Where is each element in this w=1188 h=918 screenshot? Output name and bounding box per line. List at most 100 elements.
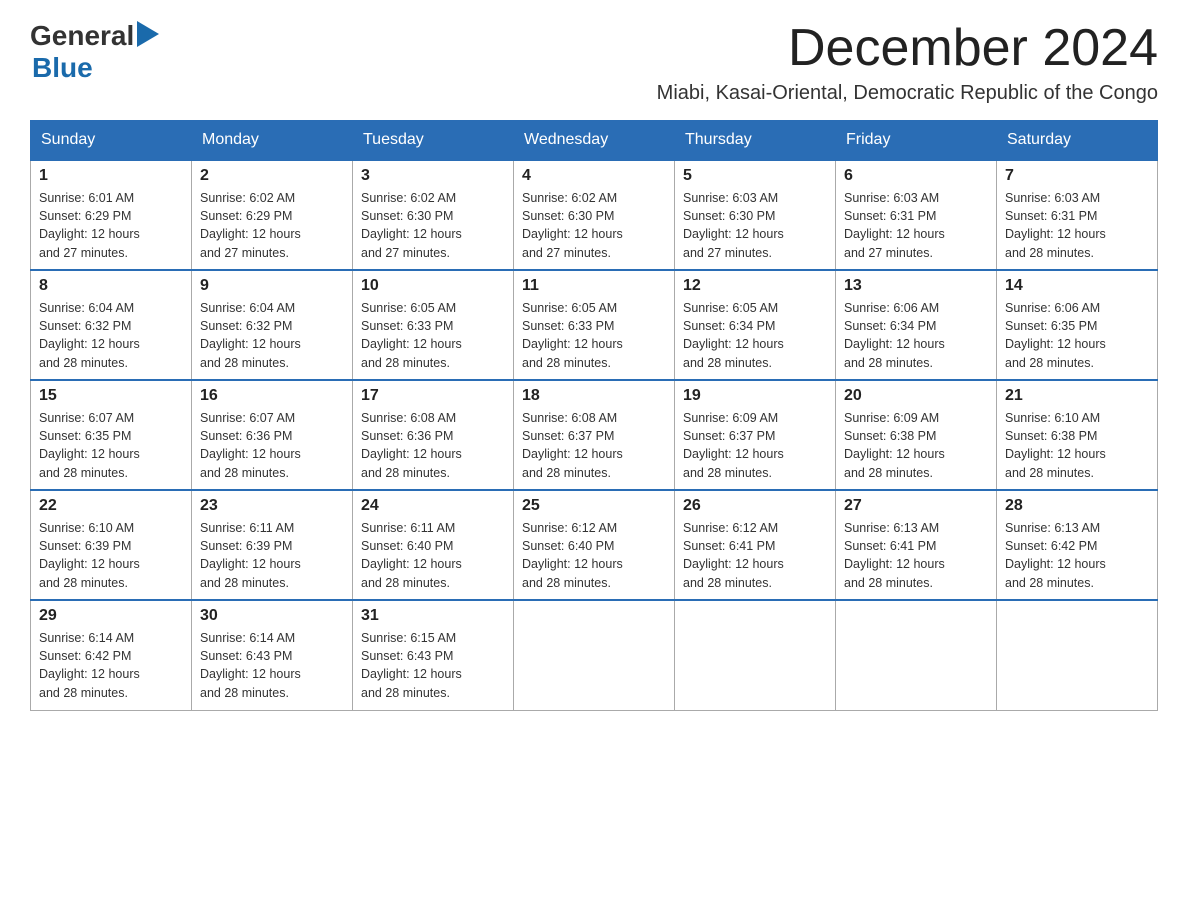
calendar-week-row: 15 Sunrise: 6:07 AM Sunset: 6:35 PM Dayl… — [31, 380, 1158, 490]
day-number: 3 — [361, 167, 505, 185]
calendar-week-row: 29 Sunrise: 6:14 AM Sunset: 6:42 PM Dayl… — [31, 600, 1158, 710]
day-info: Sunrise: 6:03 AM Sunset: 6:30 PM Dayligh… — [683, 189, 827, 262]
day-number: 24 — [361, 497, 505, 515]
calendar-day-cell: 28 Sunrise: 6:13 AM Sunset: 6:42 PM Dayl… — [997, 490, 1158, 600]
day-info: Sunrise: 6:09 AM Sunset: 6:38 PM Dayligh… — [844, 409, 988, 482]
day-info: Sunrise: 6:06 AM Sunset: 6:35 PM Dayligh… — [1005, 299, 1149, 372]
day-info: Sunrise: 6:02 AM Sunset: 6:30 PM Dayligh… — [361, 189, 505, 262]
day-info: Sunrise: 6:10 AM Sunset: 6:39 PM Dayligh… — [39, 519, 183, 592]
calendar-day-cell: 14 Sunrise: 6:06 AM Sunset: 6:35 PM Dayl… — [997, 270, 1158, 380]
day-number: 22 — [39, 497, 183, 515]
day-info: Sunrise: 6:11 AM Sunset: 6:40 PM Dayligh… — [361, 519, 505, 592]
calendar-day-cell: 1 Sunrise: 6:01 AM Sunset: 6:29 PM Dayli… — [31, 160, 192, 270]
day-info: Sunrise: 6:05 AM Sunset: 6:33 PM Dayligh… — [361, 299, 505, 372]
day-info: Sunrise: 6:09 AM Sunset: 6:37 PM Dayligh… — [683, 409, 827, 482]
header-tuesday: Tuesday — [353, 121, 514, 161]
day-number: 8 — [39, 277, 183, 295]
day-number: 15 — [39, 387, 183, 405]
calendar-day-cell: 21 Sunrise: 6:10 AM Sunset: 6:38 PM Dayl… — [997, 380, 1158, 490]
calendar-week-row: 8 Sunrise: 6:04 AM Sunset: 6:32 PM Dayli… — [31, 270, 1158, 380]
day-info: Sunrise: 6:15 AM Sunset: 6:43 PM Dayligh… — [361, 629, 505, 702]
calendar-day-cell: 15 Sunrise: 6:07 AM Sunset: 6:35 PM Dayl… — [31, 380, 192, 490]
calendar-day-cell: 6 Sunrise: 6:03 AM Sunset: 6:31 PM Dayli… — [836, 160, 997, 270]
day-info: Sunrise: 6:06 AM Sunset: 6:34 PM Dayligh… — [844, 299, 988, 372]
calendar-day-cell — [836, 600, 997, 710]
day-info: Sunrise: 6:10 AM Sunset: 6:38 PM Dayligh… — [1005, 409, 1149, 482]
calendar-day-cell: 24 Sunrise: 6:11 AM Sunset: 6:40 PM Dayl… — [353, 490, 514, 600]
day-number: 2 — [200, 167, 344, 185]
calendar-day-cell: 29 Sunrise: 6:14 AM Sunset: 6:42 PM Dayl… — [31, 600, 192, 710]
day-number: 27 — [844, 497, 988, 515]
title-section: December 2024 Miabi, Kasai-Oriental, Dem… — [657, 20, 1158, 105]
day-info: Sunrise: 6:01 AM Sunset: 6:29 PM Dayligh… — [39, 189, 183, 262]
day-info: Sunrise: 6:13 AM Sunset: 6:41 PM Dayligh… — [844, 519, 988, 592]
day-number: 6 — [844, 167, 988, 185]
day-number: 18 — [522, 387, 666, 405]
calendar-day-cell: 10 Sunrise: 6:05 AM Sunset: 6:33 PM Dayl… — [353, 270, 514, 380]
calendar-week-row: 1 Sunrise: 6:01 AM Sunset: 6:29 PM Dayli… — [31, 160, 1158, 270]
day-info: Sunrise: 6:14 AM Sunset: 6:43 PM Dayligh… — [200, 629, 344, 702]
calendar-day-cell: 11 Sunrise: 6:05 AM Sunset: 6:33 PM Dayl… — [514, 270, 675, 380]
day-number: 28 — [1005, 497, 1149, 515]
day-number: 25 — [522, 497, 666, 515]
day-info: Sunrise: 6:05 AM Sunset: 6:34 PM Dayligh… — [683, 299, 827, 372]
calendar-table: Sunday Monday Tuesday Wednesday Thursday… — [30, 120, 1158, 711]
day-number: 12 — [683, 277, 827, 295]
calendar-day-cell: 27 Sunrise: 6:13 AM Sunset: 6:41 PM Dayl… — [836, 490, 997, 600]
header-friday: Friday — [836, 121, 997, 161]
day-number: 21 — [1005, 387, 1149, 405]
calendar-day-cell: 3 Sunrise: 6:02 AM Sunset: 6:30 PM Dayli… — [353, 160, 514, 270]
calendar-day-cell: 18 Sunrise: 6:08 AM Sunset: 6:37 PM Dayl… — [514, 380, 675, 490]
location-subtitle: Miabi, Kasai-Oriental, Democratic Republ… — [657, 82, 1158, 105]
calendar-day-cell: 17 Sunrise: 6:08 AM Sunset: 6:36 PM Dayl… — [353, 380, 514, 490]
header-thursday: Thursday — [675, 121, 836, 161]
day-info: Sunrise: 6:12 AM Sunset: 6:40 PM Dayligh… — [522, 519, 666, 592]
day-number: 10 — [361, 277, 505, 295]
day-info: Sunrise: 6:03 AM Sunset: 6:31 PM Dayligh… — [1005, 189, 1149, 262]
day-number: 26 — [683, 497, 827, 515]
day-info: Sunrise: 6:02 AM Sunset: 6:30 PM Dayligh… — [522, 189, 666, 262]
day-number: 23 — [200, 497, 344, 515]
day-number: 20 — [844, 387, 988, 405]
header-saturday: Saturday — [997, 121, 1158, 161]
logo: General Blue — [30, 20, 159, 84]
day-info: Sunrise: 6:07 AM Sunset: 6:35 PM Dayligh… — [39, 409, 183, 482]
day-info: Sunrise: 6:11 AM Sunset: 6:39 PM Dayligh… — [200, 519, 344, 592]
day-number: 16 — [200, 387, 344, 405]
day-number: 29 — [39, 607, 183, 625]
day-number: 31 — [361, 607, 505, 625]
day-number: 30 — [200, 607, 344, 625]
calendar-day-cell: 2 Sunrise: 6:02 AM Sunset: 6:29 PM Dayli… — [192, 160, 353, 270]
calendar-day-cell: 9 Sunrise: 6:04 AM Sunset: 6:32 PM Dayli… — [192, 270, 353, 380]
day-number: 11 — [522, 277, 666, 295]
day-number: 9 — [200, 277, 344, 295]
day-info: Sunrise: 6:14 AM Sunset: 6:42 PM Dayligh… — [39, 629, 183, 702]
calendar-day-cell: 20 Sunrise: 6:09 AM Sunset: 6:38 PM Dayl… — [836, 380, 997, 490]
calendar-day-cell: 13 Sunrise: 6:06 AM Sunset: 6:34 PM Dayl… — [836, 270, 997, 380]
day-info: Sunrise: 6:04 AM Sunset: 6:32 PM Dayligh… — [39, 299, 183, 372]
calendar-day-cell: 16 Sunrise: 6:07 AM Sunset: 6:36 PM Dayl… — [192, 380, 353, 490]
page-header: General Blue December 2024 Miabi, Kasai-… — [30, 20, 1158, 105]
calendar-day-cell: 7 Sunrise: 6:03 AM Sunset: 6:31 PM Dayli… — [997, 160, 1158, 270]
calendar-day-cell: 30 Sunrise: 6:14 AM Sunset: 6:43 PM Dayl… — [192, 600, 353, 710]
day-number: 19 — [683, 387, 827, 405]
day-number: 5 — [683, 167, 827, 185]
day-number: 17 — [361, 387, 505, 405]
calendar-day-cell: 26 Sunrise: 6:12 AM Sunset: 6:41 PM Dayl… — [675, 490, 836, 600]
day-number: 7 — [1005, 167, 1149, 185]
day-info: Sunrise: 6:04 AM Sunset: 6:32 PM Dayligh… — [200, 299, 344, 372]
day-number: 1 — [39, 167, 183, 185]
logo-general-text: General — [30, 20, 134, 52]
logo-blue-text: Blue — [32, 52, 93, 84]
day-info: Sunrise: 6:05 AM Sunset: 6:33 PM Dayligh… — [522, 299, 666, 372]
calendar-day-cell: 5 Sunrise: 6:03 AM Sunset: 6:30 PM Dayli… — [675, 160, 836, 270]
day-info: Sunrise: 6:07 AM Sunset: 6:36 PM Dayligh… — [200, 409, 344, 482]
day-number: 13 — [844, 277, 988, 295]
day-info: Sunrise: 6:12 AM Sunset: 6:41 PM Dayligh… — [683, 519, 827, 592]
day-info: Sunrise: 6:08 AM Sunset: 6:37 PM Dayligh… — [522, 409, 666, 482]
calendar-week-row: 22 Sunrise: 6:10 AM Sunset: 6:39 PM Dayl… — [31, 490, 1158, 600]
day-info: Sunrise: 6:02 AM Sunset: 6:29 PM Dayligh… — [200, 189, 344, 262]
day-info: Sunrise: 6:08 AM Sunset: 6:36 PM Dayligh… — [361, 409, 505, 482]
calendar-day-cell: 22 Sunrise: 6:10 AM Sunset: 6:39 PM Dayl… — [31, 490, 192, 600]
calendar-day-cell: 12 Sunrise: 6:05 AM Sunset: 6:34 PM Dayl… — [675, 270, 836, 380]
